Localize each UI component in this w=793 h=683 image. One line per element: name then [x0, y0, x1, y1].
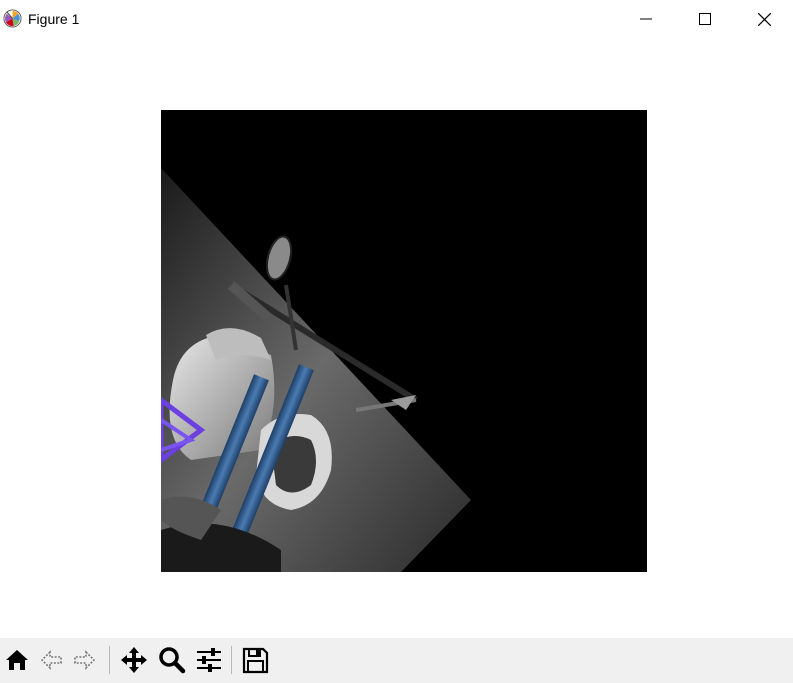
zoom-icon: [159, 647, 186, 674]
save-button[interactable]: [238, 643, 272, 677]
configure-subplots-icon: [197, 648, 221, 672]
pan-icon: [121, 647, 147, 673]
back-button[interactable]: [34, 643, 68, 677]
close-button[interactable]: [735, 0, 793, 38]
pan-button[interactable]: [117, 643, 151, 677]
motorcycle-photo: [161, 110, 647, 572]
minimize-icon: [640, 18, 652, 20]
axes-image: [161, 110, 647, 572]
navigation-toolbar: [0, 638, 793, 683]
minimize-button[interactable]: [617, 0, 675, 38]
title-bar[interactable]: Figure 1: [0, 0, 793, 38]
home-icon: [6, 650, 28, 670]
toolbar-separator: [109, 646, 110, 674]
forward-button[interactable]: [68, 643, 102, 677]
maximize-icon: [699, 13, 711, 25]
toolbar-separator: [231, 646, 232, 674]
save-icon: [242, 647, 269, 674]
figure-canvas[interactable]: [0, 38, 793, 638]
window-title: Figure 1: [28, 11, 80, 27]
matplotlib-logo-icon: [3, 9, 22, 28]
back-arrow-icon: [40, 650, 62, 670]
close-icon: [757, 12, 771, 26]
home-button[interactable]: [0, 643, 34, 677]
zoom-button[interactable]: [155, 643, 189, 677]
forward-arrow-icon: [74, 650, 96, 670]
maximize-button[interactable]: [676, 0, 734, 38]
configure-subplots-button[interactable]: [192, 643, 226, 677]
figure-window: Figure 1: [0, 0, 793, 683]
